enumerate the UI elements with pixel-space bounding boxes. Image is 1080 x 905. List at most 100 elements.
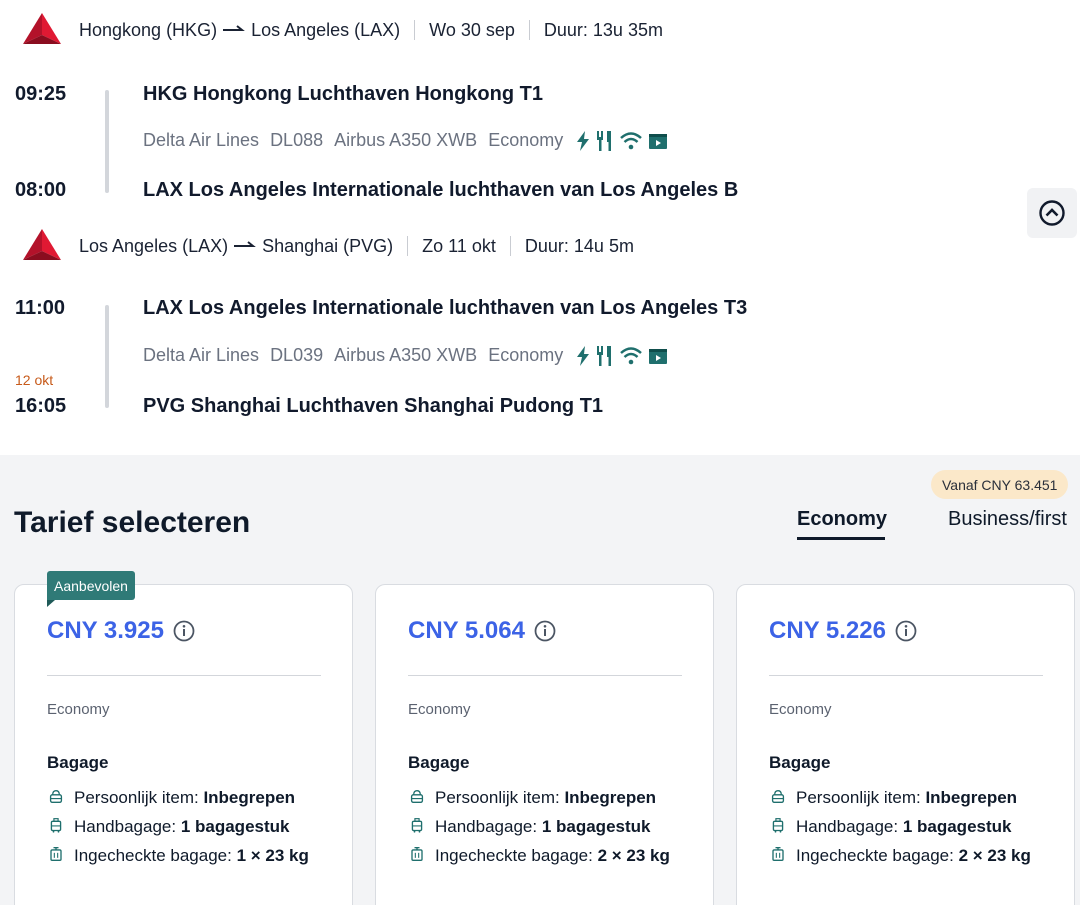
aircraft-type: Airbus A350 XWB (334, 345, 478, 365)
personal-item-label: Persoonlijk item: (435, 788, 565, 807)
route-destination: Shanghai (PVG) (262, 235, 394, 256)
carry-on-icon (411, 818, 423, 833)
personal-item-label: Persoonlijk item: (74, 788, 204, 807)
timeline-line (105, 305, 109, 408)
hand-baggage-text: Handbagage: 1 bagagestuk (74, 815, 289, 838)
entertainment-icon (649, 133, 668, 149)
collapse-button[interactable] (1027, 188, 1077, 238)
entertainment-icon (649, 348, 668, 364)
checked-baggage-text: Ingecheckte bagage: 2 × 23 kg (435, 844, 670, 867)
meal-icon (597, 345, 612, 366)
divider (509, 236, 511, 256)
delta-logo-icon (23, 13, 61, 44)
departure-time: 11:00 (15, 297, 66, 319)
recommended-badge: Aanbevolen (47, 571, 135, 607)
personal-item-icon (410, 789, 424, 803)
tab-business-first[interactable]: Business/first (948, 508, 1067, 531)
personal-item-value: Inbegrepen (203, 788, 296, 807)
price-value: CNY 5.226 (769, 617, 886, 644)
meal-icon (597, 130, 612, 151)
checked-baggage-row: Ingecheckte bagage: 1 × 23 kg (47, 844, 337, 867)
departure-station: LAX Los Angeles Internationale luchthave… (143, 297, 748, 319)
fare-price: CNY 5.226 (769, 617, 917, 645)
checked-baggage-label: Ingecheckte bagage: (435, 846, 598, 865)
fare-cabin: Economy (408, 701, 471, 718)
arrival-time: 08:00 (15, 179, 67, 201)
timeline-line (105, 90, 109, 193)
personal-item-text: Persoonlijk item: Inbegrepen (435, 786, 656, 809)
checked-baggage-value: 1 × 23 kg (236, 846, 309, 865)
segment-route: Hongkong (HKG) Los Angeles (LAX) Wo 30 s… (79, 20, 663, 41)
segment-header: Hongkong (HKG) Los Angeles (LAX) Wo 30 s… (0, 13, 700, 47)
flight-number: DL088 (270, 130, 324, 150)
segment-duration: Duur: 14u 5m (524, 235, 634, 256)
hand-baggage-value: 1 bagagestuk (902, 817, 1012, 836)
arrival-station: LAX Los Angeles Internationale luchthave… (143, 179, 739, 201)
itinerary-section: Hongkong (HKG) Los Angeles (LAX) Wo 30 s… (0, 0, 1080, 455)
fare-card[interactable]: CNY 3.925 Economy Bagage Persoonlijk ite… (14, 584, 353, 905)
hand-baggage-label: Handbagage: (435, 817, 542, 836)
route-origin: Los Angeles (LAX) (79, 235, 229, 256)
fare-cabin: Economy (769, 701, 832, 718)
arrival-next-day: 12 okt (15, 372, 54, 388)
flight-details: Delta Air Lines DL088 Airbus A350 XWB Ec… (143, 130, 668, 151)
fare-title: Tarief selecteren (14, 506, 251, 539)
personal-item-text: Persoonlijk item: Inbegrepen (74, 786, 295, 809)
arrival-time: 16:05 (15, 395, 67, 417)
cabin-class: Economy (488, 130, 564, 150)
price-value: CNY 5.064 (408, 617, 525, 644)
segment-date: Wo 30 sep (429, 19, 515, 40)
segment-duration: Duur: 13u 35m (543, 19, 663, 40)
route-destination: Los Angeles (LAX) (251, 19, 401, 40)
personal-item-icon (771, 789, 785, 803)
carry-on-icon (772, 818, 784, 833)
checked-bag-icon (772, 847, 784, 861)
checked-baggage-label: Ingecheckte bagage: (74, 846, 237, 865)
airline-name: Delta Air Lines (143, 345, 260, 365)
delta-logo-icon (23, 229, 61, 260)
cabin-class: Economy (488, 345, 564, 365)
checked-baggage-text: Ingecheckte bagage: 2 × 23 kg (796, 844, 1031, 867)
power-icon (577, 345, 590, 366)
chevron-up-icon (1039, 200, 1065, 226)
info-icon[interactable] (534, 620, 556, 642)
personal-item-label: Persoonlijk item: (796, 788, 926, 807)
flight-details: Delta Air Lines DL039 Airbus A350 XWB Ec… (143, 345, 668, 366)
wifi-icon (620, 131, 643, 149)
departure-station: HKG Hongkong Luchthaven Hongkong T1 (143, 83, 543, 105)
hand-baggage-value: 1 bagagestuk (180, 817, 290, 836)
personal-item-row: Persoonlijk item: Inbegrepen (769, 786, 1059, 809)
checked-baggage-text: Ingecheckte bagage: 1 × 23 kg (74, 844, 309, 867)
fare-price: CNY 3.925 (47, 617, 195, 645)
segment-route: Los Angeles (LAX) Shanghai (PVG) Zo 11 o… (79, 236, 634, 257)
aircraft-type: Airbus A350 XWB (334, 130, 478, 150)
tab-economy[interactable]: Economy (797, 508, 887, 531)
departure-time: 09:25 (15, 83, 67, 105)
carry-on-icon (50, 818, 62, 833)
hand-baggage-text: Handbagage: 1 bagagestuk (435, 815, 650, 838)
amenities (576, 345, 668, 366)
divider (769, 675, 1043, 676)
arrival-station: PVG Shanghai Luchthaven Shanghai Pudong … (143, 395, 604, 417)
checked-baggage-value: 2 × 23 kg (958, 846, 1031, 865)
active-tab-indicator (797, 537, 885, 540)
divider (407, 236, 409, 256)
price-value: CNY 3.925 (47, 617, 164, 644)
personal-item-value: Inbegrepen (564, 788, 657, 807)
fare-cabin: Economy (47, 701, 110, 718)
divider (528, 20, 530, 40)
hand-baggage-row: Handbagage: 1 bagagestuk (47, 815, 337, 838)
info-icon[interactable] (173, 620, 195, 642)
personal-item-row: Persoonlijk item: Inbegrepen (408, 786, 698, 809)
hand-baggage-row: Handbagage: 1 bagagestuk (408, 815, 698, 838)
personal-item-text: Persoonlijk item: Inbegrepen (796, 786, 1017, 809)
divider (408, 675, 682, 676)
info-icon[interactable] (895, 620, 917, 642)
hand-baggage-text: Handbagage: 1 bagagestuk (796, 815, 1011, 838)
fare-card[interactable]: CNY 5.226 Economy Bagage Persoonlijk ite… (736, 584, 1075, 905)
segment-date: Zo 11 okt (422, 235, 496, 256)
amenities (576, 130, 668, 151)
arrow-right-icon (234, 241, 256, 247)
checked-baggage-value: 2 × 23 kg (597, 846, 670, 865)
fare-card[interactable]: CNY 5.064 Economy Bagage Persoonlijk ite… (375, 584, 714, 905)
